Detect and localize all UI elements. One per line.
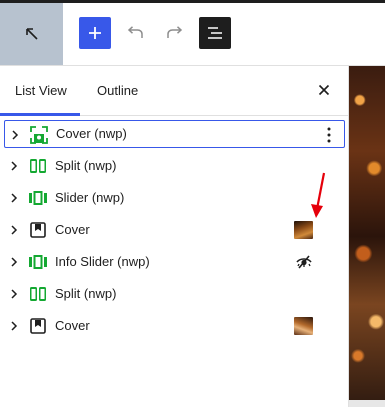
redo-button[interactable] <box>159 17 191 49</box>
site-home-button[interactable] <box>0 3 63 65</box>
plus-icon <box>89 27 101 39</box>
tab-outline[interactable]: Outline <box>97 66 138 115</box>
cover-thumbnail <box>294 317 313 335</box>
panel-tabs: List View Outline <box>0 66 348 116</box>
chevron-right-icon[interactable] <box>9 192 19 204</box>
cover-icon <box>30 318 46 334</box>
editor-toolbar <box>0 3 385 66</box>
close-panel-button[interactable] <box>312 78 336 102</box>
cover-thumbnail <box>294 221 313 239</box>
list-view-button[interactable] <box>199 17 231 49</box>
block-label: Split (nwp) <box>55 158 117 173</box>
slider-icon <box>29 191 47 205</box>
list-item-cover-nwp[interactable]: Cover (nwp) <box>4 120 345 148</box>
block-label: Cover <box>55 222 90 237</box>
list-item-cover[interactable]: Cover <box>4 216 345 244</box>
chevron-right-icon[interactable] <box>9 320 19 332</box>
list-item-split-nwp[interactable]: Split (nwp) <box>4 152 345 180</box>
list-item-slider-nwp[interactable]: Slider (nwp) <box>4 184 345 212</box>
list-item-cover[interactable]: Cover <box>4 312 345 340</box>
block-options-button[interactable] <box>319 124 339 146</box>
block-label: Cover <box>55 318 90 333</box>
more-vertical-icon <box>327 127 331 143</box>
block-label: Info Slider (nwp) <box>55 254 150 269</box>
list-view-panel: List View Outline Cover (nwp) Split (nwp… <box>0 66 349 407</box>
chevron-right-icon[interactable] <box>9 288 19 300</box>
visibility-hidden-icon <box>296 255 312 269</box>
list-item-info-slider-nwp[interactable]: Info Slider (nwp) <box>4 248 345 276</box>
tab-list-view[interactable]: List View <box>15 66 67 115</box>
chevron-right-icon[interactable] <box>9 256 19 268</box>
list-view-icon <box>208 27 222 39</box>
list-item-split-nwp[interactable]: Split (nwp) <box>4 280 345 308</box>
split-icon <box>30 159 46 173</box>
active-tab-indicator <box>0 113 80 116</box>
add-block-button[interactable] <box>79 17 111 49</box>
canvas-photo <box>349 66 385 407</box>
undo-button[interactable] <box>119 17 151 49</box>
block-label: Split (nwp) <box>55 286 117 301</box>
block-label: Cover (nwp) <box>56 126 127 141</box>
info-slider-icon <box>29 255 47 269</box>
chevron-right-icon[interactable] <box>10 129 20 141</box>
redo-icon <box>167 26 183 38</box>
cover-nwp-icon <box>30 126 48 144</box>
arrow-up-left-icon <box>25 28 38 40</box>
chevron-right-icon[interactable] <box>9 224 19 236</box>
chevron-right-icon[interactable] <box>9 160 19 172</box>
undo-icon <box>127 26 143 38</box>
cover-icon <box>30 222 46 238</box>
close-icon <box>318 84 330 96</box>
block-label: Slider (nwp) <box>55 190 125 205</box>
canvas-scroll-area <box>349 400 385 407</box>
split-icon <box>30 287 46 301</box>
